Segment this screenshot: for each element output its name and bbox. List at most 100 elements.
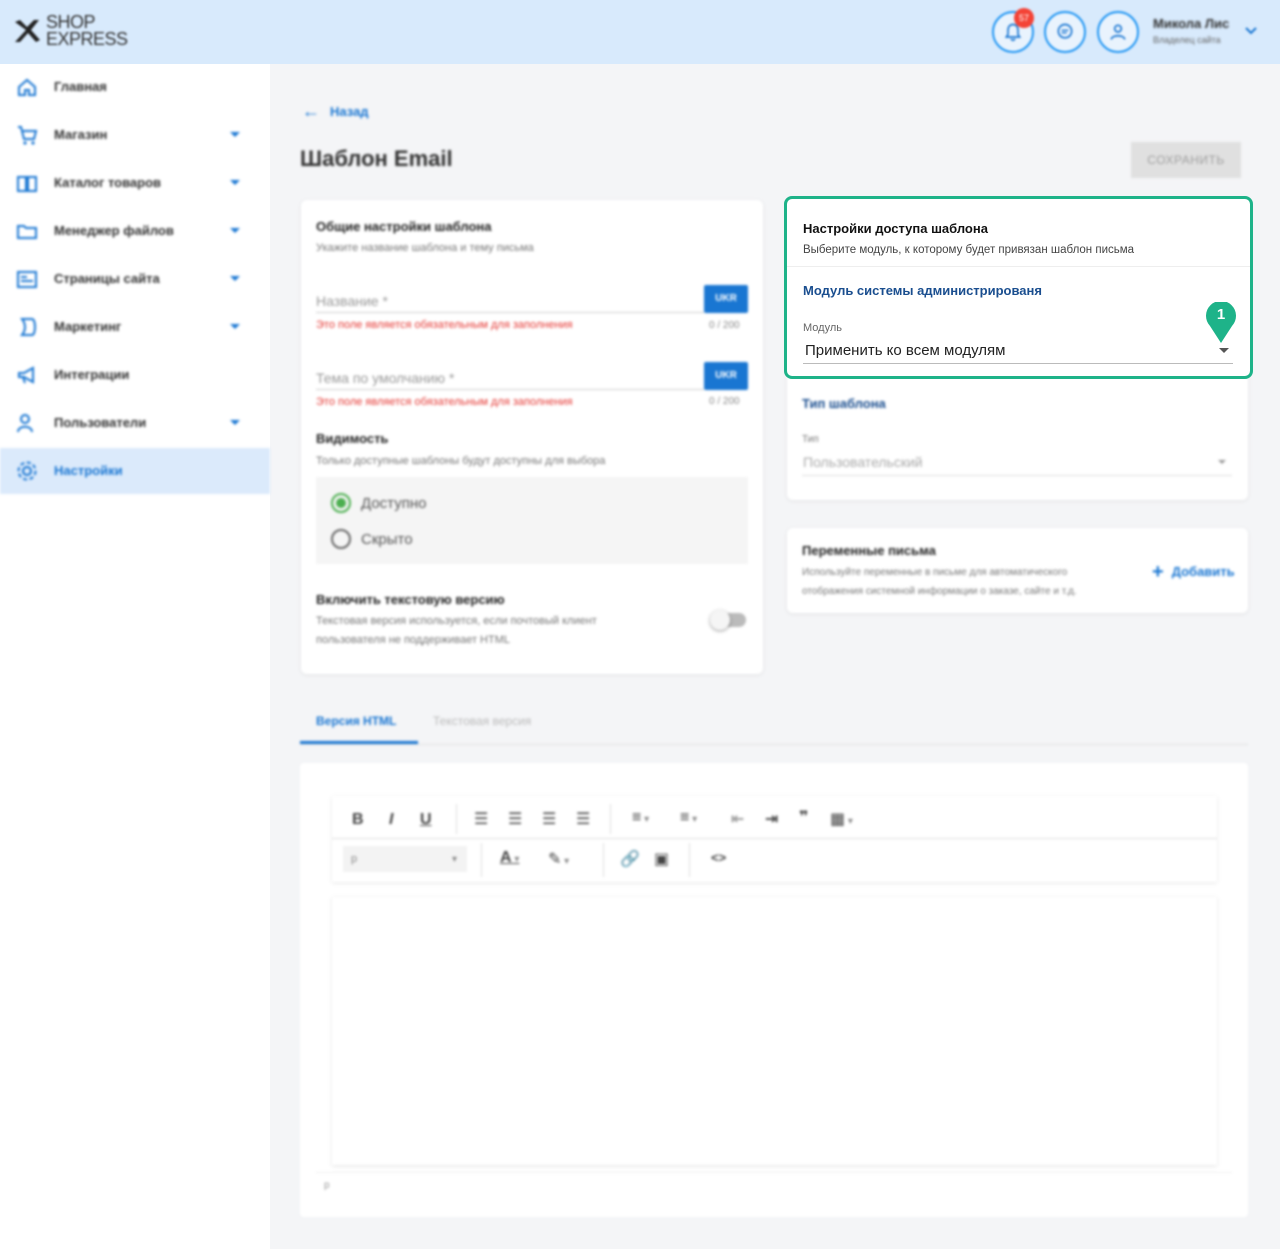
- sidebar-item-label: Пользователи: [54, 415, 147, 430]
- general-settings-title: Общие настройки шаблона: [316, 219, 492, 234]
- step-marker: 1: [1205, 300, 1237, 344]
- template-type-select[interactable]: Пользовательский: [803, 454, 923, 470]
- align-left-icon[interactable]: ☰: [474, 809, 488, 829]
- table-icon[interactable]: ▦ ▾: [830, 809, 853, 829]
- underline-icon[interactable]: U: [420, 811, 432, 829]
- template-type-title: Тип шаблона: [802, 396, 886, 411]
- chevron-down-icon: ▾: [452, 854, 458, 865]
- sidebar-item-5[interactable]: Страницы сайта: [0, 256, 270, 302]
- toolbar-divider: [332, 838, 1217, 839]
- active-tab-indicator: [300, 741, 418, 744]
- numbered-list-icon[interactable]: ≡ ▾: [680, 809, 697, 827]
- messages-button[interactable]: [1044, 11, 1086, 53]
- toolbar-separator: [603, 843, 604, 877]
- radio-hidden-label[interactable]: Скрыто: [361, 531, 413, 548]
- sidebar-item-label: Интеграции: [54, 367, 130, 382]
- add-variable-label: Добавить: [1171, 564, 1235, 579]
- profile-button[interactable]: [1097, 11, 1139, 53]
- users-icon: [17, 414, 33, 433]
- divider: [787, 266, 1250, 267]
- sidebar-item-label: Маркетинг: [54, 319, 122, 334]
- italic-icon[interactable]: I: [389, 811, 393, 829]
- caret-down-icon: [230, 180, 240, 185]
- bullet-list-icon[interactable]: ≡ ▾: [632, 809, 649, 827]
- access-settings-subtitle: Выберите модуль, к которому будет привяз…: [803, 244, 1135, 256]
- variables-subtitle-2: отображения системной информации о заказ…: [802, 586, 1077, 597]
- page-title: Шаблон Email: [300, 146, 453, 171]
- step-marker-number: 1: [1216, 306, 1226, 323]
- shop-express-logo[interactable]: SHOP EXPRESS: [12, 13, 128, 50]
- caret-down-icon: [230, 324, 240, 329]
- radio-hidden[interactable]: [331, 529, 351, 549]
- sidebar-item-4[interactable]: Менеджер файлов: [0, 208, 270, 254]
- caret-down-icon[interactable]: [1219, 348, 1229, 353]
- caret-down-icon: [230, 276, 240, 281]
- subject-lang-button[interactable]: UKR: [704, 362, 748, 390]
- bold-icon[interactable]: B: [352, 811, 364, 829]
- sidebar-item-7[interactable]: Интеграции: [0, 352, 270, 398]
- module-label: Модуль: [803, 322, 842, 334]
- chevron-down-icon[interactable]: [1244, 26, 1258, 36]
- code-view-icon[interactable]: <>: [711, 850, 726, 865]
- link-icon[interactable]: 🔗: [620, 849, 640, 869]
- editor-content-area[interactable]: [332, 897, 1217, 1165]
- back-link[interactable]: ← Назад: [302, 100, 369, 121]
- notifications-button[interactable]: 57: [992, 8, 1034, 53]
- radio-available-label[interactable]: Доступно: [361, 495, 426, 512]
- template-type-card: [787, 370, 1248, 500]
- tab-html-version[interactable]: Версия HTML: [316, 714, 396, 728]
- subject-error: Это поле является обязательным для запол…: [316, 396, 573, 408]
- marketing-icon: [19, 318, 36, 336]
- logo-icon: [15, 20, 40, 42]
- name-error: Это поле является обязательным для запол…: [316, 319, 573, 331]
- sidebar-item-8[interactable]: Пользователи: [0, 400, 270, 446]
- module-select[interactable]: Применить ко всем модулям: [805, 342, 1005, 359]
- sidebar-item-label: Страницы сайта: [54, 271, 160, 286]
- quote-icon[interactable]: ❞: [799, 807, 808, 827]
- paragraph-select-value: p: [351, 853, 358, 865]
- sidebar-item-9[interactable]: Настройки: [0, 448, 270, 494]
- image-icon[interactable]: ▣: [654, 849, 669, 869]
- align-center-icon[interactable]: ☰: [508, 809, 522, 829]
- book-icon: [17, 176, 37, 192]
- sidebar-item-label: Магазин: [54, 127, 108, 142]
- access-settings-card: Настройки доступа шаблона Выберите модул…: [784, 196, 1253, 379]
- save-button[interactable]: СОХРАНИТЬ: [1131, 142, 1241, 178]
- text-version-subtitle-1: Текстовая версия используется, если почт…: [316, 615, 597, 627]
- user-name[interactable]: Микола Лис: [1153, 16, 1229, 31]
- toolbar-separator: [481, 843, 482, 877]
- text-color-icon[interactable]: A ▾: [500, 849, 519, 867]
- name-lang-button[interactable]: UKR: [704, 285, 748, 313]
- template-type-underline: [802, 475, 1232, 476]
- general-settings-subtitle: Укажите название шаблона и тему письма: [316, 242, 534, 254]
- text-version-toggle[interactable]: [710, 610, 746, 630]
- megaphone-icon: [18, 366, 34, 384]
- arrow-left-icon: ←: [302, 101, 320, 121]
- indent-icon[interactable]: ⇥: [765, 809, 778, 829]
- paragraph-select[interactable]: [343, 846, 467, 872]
- variables-title: Переменные письма: [802, 543, 936, 558]
- logo-line2: EXPRESS: [46, 29, 128, 49]
- sidebar-item-6[interactable]: Маркетинг: [0, 304, 270, 350]
- sidebar-item-3[interactable]: Каталог товаров: [0, 160, 270, 206]
- toolbar-separator: [456, 804, 457, 834]
- sidebar-item-label: Настройки: [54, 463, 123, 478]
- align-justify-icon[interactable]: ☰: [576, 809, 590, 829]
- highlight-icon[interactable]: ✎ ▾: [548, 849, 569, 869]
- radio-available[interactable]: [331, 493, 351, 513]
- user-role: Владелец сайта: [1153, 35, 1221, 45]
- caret-down-icon: [230, 228, 240, 233]
- name-input[interactable]: Название *: [316, 293, 388, 309]
- subject-input[interactable]: Тема по умолчанию *: [316, 370, 454, 386]
- add-variable-button[interactable]: + Добавить: [1152, 559, 1235, 583]
- name-input-underline: [316, 312, 704, 313]
- sidebar-item-label: Главная: [54, 79, 107, 94]
- caret-down-icon: [1218, 460, 1226, 464]
- align-right-icon[interactable]: ☰: [542, 809, 556, 829]
- sidebar-item-2[interactable]: Магазин: [0, 112, 270, 158]
- outdent-icon[interactable]: ⇤: [731, 809, 744, 829]
- sidebar-item-1[interactable]: Главная: [0, 64, 270, 110]
- tab-text-version[interactable]: Текстовая версия: [433, 714, 531, 728]
- module-select-underline: [803, 363, 1233, 364]
- sidebar-item-label: Каталог товаров: [54, 175, 162, 190]
